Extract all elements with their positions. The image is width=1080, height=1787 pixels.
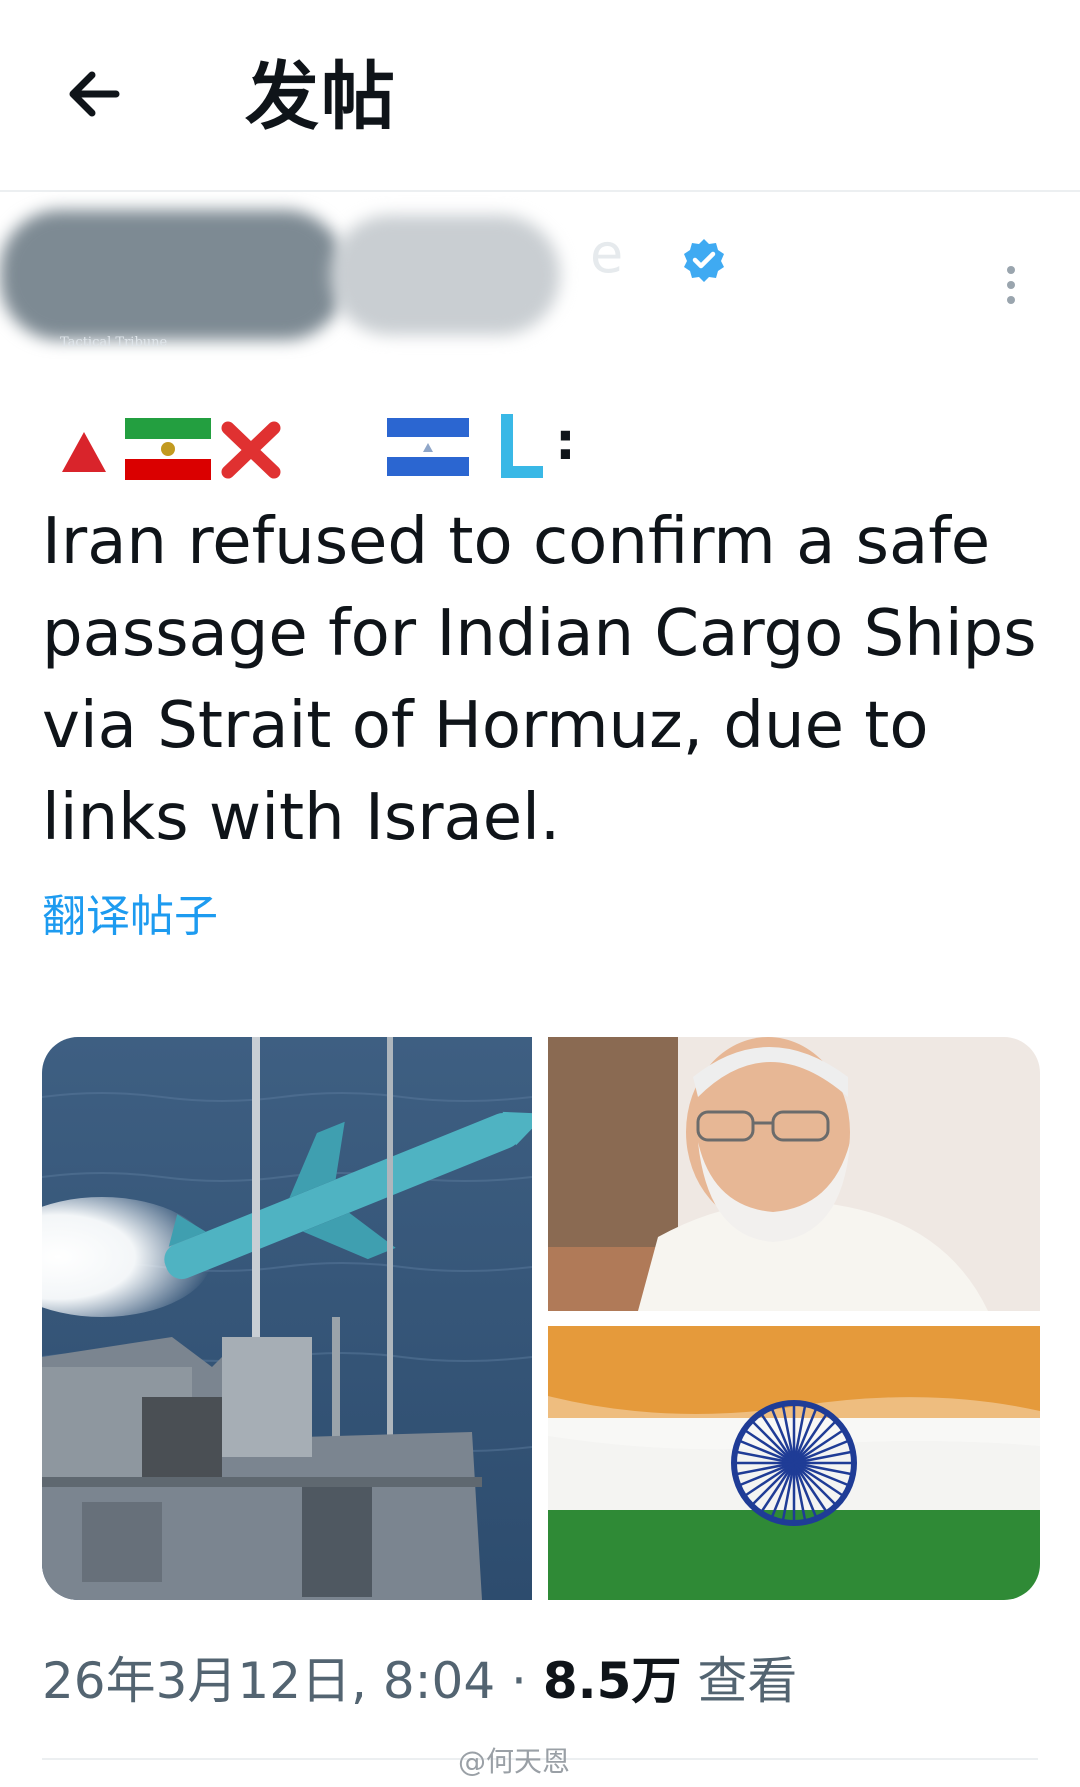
views-count: 8.5万 <box>542 1652 682 1710</box>
author-row: e Tactical Tribune <box>0 200 1080 370</box>
cross-mark-icon <box>221 421 281 479</box>
post-meta: 26年3月12日, 8:04 · 8.5万 查看 <box>42 1646 797 1716</box>
letter-l-icon <box>501 414 543 478</box>
blurred-handle <box>330 215 560 335</box>
top-bar: 发帖 <box>0 0 1080 192</box>
arrow-left-icon <box>69 71 120 117</box>
iran-flag-icon <box>125 418 211 480</box>
portrait-image <box>548 1037 1040 1311</box>
missile-launch-image <box>42 1037 532 1600</box>
views-label: 查看 <box>697 1652 798 1710</box>
back-button[interactable] <box>60 58 132 130</box>
avatar-caption: Tactical Tribune <box>60 335 168 350</box>
blurred-name <box>0 210 345 340</box>
missile-launch-photo[interactable] <box>42 1037 532 1600</box>
verified-badge-icon <box>684 239 724 282</box>
faded-name: e <box>590 222 624 285</box>
modi-portrait-photo[interactable] <box>548 1037 1040 1311</box>
india-flag-image <box>548 1326 1040 1600</box>
india-flag-photo[interactable] <box>548 1326 1040 1600</box>
more-vertical-icon <box>1007 266 1015 274</box>
tweet-text: Iran refused to confirm a safe passage f… <box>42 505 1037 855</box>
meta-separator: · <box>511 1652 527 1710</box>
page-title: 发帖 <box>245 54 397 140</box>
red-triangle-icon <box>62 432 106 472</box>
post-timestamp: 26年3月12日, 8:04 <box>42 1652 496 1710</box>
nicaragua-flag-icon <box>387 418 469 476</box>
media-grid <box>42 1037 1040 1600</box>
translate-post-link[interactable]: 翻译帖子 <box>42 880 218 944</box>
watermark: @何天恩 <box>458 1745 571 1778</box>
more-options-button[interactable] <box>990 260 1030 310</box>
prefix-colon: : <box>555 412 576 472</box>
